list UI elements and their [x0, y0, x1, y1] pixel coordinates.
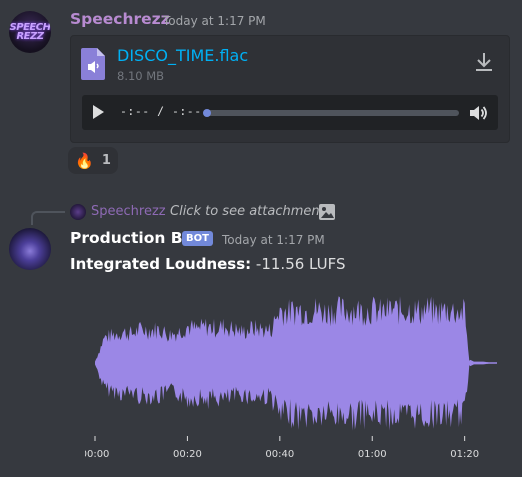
loudness-label: Integrated Loudness:: [70, 255, 252, 273]
waveform-chart: 00:00 00:20 00:40 01:00 01:20: [85, 296, 497, 460]
download-icon[interactable]: [472, 50, 496, 74]
reaction-count: 1: [101, 153, 111, 168]
reply-preview-text[interactable]: Click to see attachment: [170, 204, 325, 219]
reaction-fire[interactable]: 🔥 1: [68, 147, 118, 174]
attachment-filename-link[interactable]: DISCO_TIME.flac: [117, 46, 248, 65]
file-audio-icon: [81, 48, 105, 80]
reply-username[interactable]: Speechrezz: [91, 204, 166, 219]
audio-progress-knob[interactable]: [203, 109, 211, 117]
message-content: Integrated Loudness: -11.56 LUFS: [70, 255, 346, 273]
audio-player: -:-- / -:--: [82, 95, 498, 130]
audio-time: -:-- / -:--: [120, 104, 202, 118]
audio-progress-bar[interactable]: [203, 109, 459, 117]
image-icon: [319, 204, 335, 220]
username[interactable]: Speechrezz: [70, 10, 170, 28]
fire-emoji: 🔥: [75, 151, 94, 170]
reply-avatar[interactable]: [70, 204, 86, 220]
x-tick-label: 01:00: [358, 449, 387, 460]
reply-connector: [31, 211, 65, 225]
avatar-logo-text: SPEECH REZZ: [9, 22, 51, 42]
x-tick-label: 00:20: [173, 449, 202, 460]
message-timestamp: Today at 1:17 PM: [163, 14, 266, 28]
x-tick-label: 00:40: [265, 449, 294, 460]
attachment-filesize: 8.10 MB: [117, 69, 165, 83]
bot-tag-badge: BOT: [182, 231, 213, 246]
volume-icon[interactable]: [468, 103, 488, 123]
user-avatar[interactable]: SPEECH REZZ: [9, 11, 51, 53]
bot-avatar[interactable]: [9, 228, 51, 270]
message-timestamp: Today at 1:17 PM: [222, 233, 325, 247]
x-tick-label: 00:00: [85, 449, 109, 460]
play-icon[interactable]: [90, 104, 106, 120]
loudness-value: -11.56 LUFS: [251, 255, 346, 273]
audio-attachment: DISCO_TIME.flac 8.10 MB -:-- / -:--: [70, 35, 510, 143]
x-tick-label: 01:20: [450, 449, 479, 460]
